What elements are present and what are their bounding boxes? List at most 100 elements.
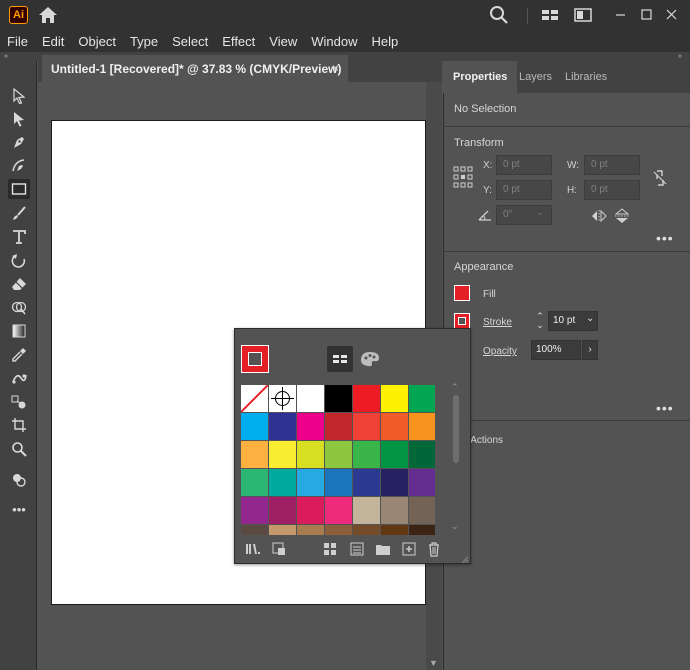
close-document-icon[interactable]: × xyxy=(332,61,339,75)
stroke-label[interactable]: Stroke xyxy=(483,317,512,328)
menu-effect[interactable]: Effect xyxy=(222,34,255,49)
scroll-down-icon[interactable]: ▼ xyxy=(429,658,438,668)
swatch-options-grid-icon[interactable] xyxy=(323,541,339,557)
swatch-scrollbar[interactable]: ⌃ ⌄ xyxy=(449,382,463,535)
h-field[interactable]: 0 pt xyxy=(584,180,640,200)
swatch[interactable] xyxy=(381,497,408,524)
swatch[interactable] xyxy=(353,441,380,468)
new-swatch-icon[interactable] xyxy=(401,541,417,557)
swatch[interactable] xyxy=(241,441,268,468)
swatch[interactable] xyxy=(269,525,296,535)
menu-select[interactable]: Select xyxy=(172,34,208,49)
swatch[interactable] xyxy=(325,441,352,468)
swatch[interactable] xyxy=(241,525,268,535)
w-field[interactable]: 0 pt xyxy=(584,155,640,175)
reference-point-icon[interactable] xyxy=(453,166,473,188)
gradient-tool-icon[interactable] xyxy=(8,321,30,341)
swatch[interactable] xyxy=(297,497,324,524)
rotation-field[interactable]: 0° xyxy=(496,205,552,225)
flip-horizontal-icon[interactable] xyxy=(591,209,607,223)
swatch[interactable] xyxy=(409,441,435,468)
delete-swatch-icon[interactable] xyxy=(426,541,442,557)
pen-tool-icon[interactable] xyxy=(8,132,30,152)
stroke-weight-dropdown-icon[interactable]: ⌄ xyxy=(586,313,594,324)
workspace-icon[interactable] xyxy=(573,5,593,25)
eyedropper-tool-icon[interactable] xyxy=(8,345,30,365)
swatch[interactable] xyxy=(353,469,380,496)
swatch[interactable] xyxy=(409,385,435,412)
opacity-label[interactable]: Opacity xyxy=(483,346,517,357)
document-tab[interactable]: Untitled-1 [Recovered]* @ 37.83 % (CMYK/… xyxy=(42,55,348,82)
menu-view[interactable]: View xyxy=(269,34,297,49)
color-mixer-icon[interactable] xyxy=(357,346,383,372)
edit-toolbar-more-icon[interactable]: ••• xyxy=(8,499,30,519)
swatch[interactable] xyxy=(325,469,352,496)
menu-type[interactable]: Type xyxy=(130,34,158,49)
resize-grip-icon[interactable] xyxy=(460,552,469,564)
menu-edit[interactable]: Edit xyxy=(42,34,64,49)
close-window-icon[interactable] xyxy=(662,5,682,25)
swatch-scroll-down-icon[interactable]: ⌄ xyxy=(451,521,459,532)
x-field[interactable]: 0 pt xyxy=(496,155,552,175)
stroke-swatch[interactable] xyxy=(454,313,470,329)
swatch[interactable] xyxy=(241,413,268,440)
swatch[interactable] xyxy=(241,497,268,524)
opacity-field[interactable]: 100% xyxy=(531,340,581,360)
swatch[interactable] xyxy=(297,525,324,535)
swatch[interactable] xyxy=(381,413,408,440)
zoom-tool-icon[interactable] xyxy=(8,439,30,459)
rectangle-tool-icon[interactable] xyxy=(8,179,30,199)
menu-object[interactable]: Object xyxy=(78,34,116,49)
menu-help[interactable]: Help xyxy=(371,34,398,49)
swatch[interactable] xyxy=(269,497,296,524)
swatch[interactable] xyxy=(297,413,324,440)
artboard-tool-icon[interactable] xyxy=(8,415,30,435)
restore-icon[interactable] xyxy=(637,5,657,25)
search-icon[interactable] xyxy=(489,5,509,25)
minimize-icon[interactable] xyxy=(611,5,631,25)
swatch[interactable] xyxy=(409,497,435,524)
menu-window[interactable]: Window xyxy=(311,34,357,49)
fill-stroke-icon[interactable] xyxy=(8,470,30,490)
swatch[interactable] xyxy=(353,413,380,440)
swatch-none[interactable] xyxy=(241,385,269,413)
swatch[interactable] xyxy=(381,441,408,468)
swatch[interactable] xyxy=(269,441,296,468)
home-icon[interactable] xyxy=(38,5,58,25)
shape-builder-tool-icon[interactable] xyxy=(8,297,30,317)
type-tool-icon[interactable] xyxy=(8,227,30,247)
eraser-tool-icon[interactable] xyxy=(8,274,30,294)
swatch[interactable] xyxy=(381,469,408,496)
collapse-panels-icon[interactable]: » xyxy=(678,53,682,60)
paintbrush-tool-icon[interactable] xyxy=(8,203,30,223)
puppet-warp-tool-icon[interactable] xyxy=(8,368,30,388)
y-field[interactable]: 0 pt xyxy=(496,180,552,200)
tab-libraries[interactable]: Libraries xyxy=(555,61,617,93)
swatch[interactable] xyxy=(269,469,296,496)
swatch[interactable] xyxy=(353,497,380,524)
fill-swatch[interactable] xyxy=(454,285,470,301)
menu-file[interactable]: File xyxy=(7,34,28,49)
swatch-list-view-icon[interactable] xyxy=(349,541,365,557)
swatch[interactable] xyxy=(325,385,352,412)
swatch[interactable] xyxy=(409,525,435,535)
tab-properties[interactable]: Properties xyxy=(443,61,518,93)
direct-selection-tool-icon[interactable] xyxy=(8,109,30,129)
flip-vertical-icon[interactable] xyxy=(614,208,630,224)
swatch[interactable] xyxy=(325,413,352,440)
new-color-group-icon[interactable] xyxy=(375,541,391,557)
stroke-weight-stepper[interactable]: ⌃ ⌄ xyxy=(533,312,547,332)
swatch[interactable] xyxy=(381,525,408,535)
blend-tool-icon[interactable] xyxy=(8,392,30,412)
swatch[interactable] xyxy=(241,469,268,496)
swatch[interactable] xyxy=(353,525,380,535)
swatch[interactable] xyxy=(297,441,324,468)
swatch-scroll-thumb[interactable] xyxy=(453,395,459,463)
swatch[interactable] xyxy=(353,385,380,412)
rotate-tool-icon[interactable] xyxy=(8,250,30,270)
transform-more-options-icon[interactable]: ••• xyxy=(656,231,674,245)
rotation-dropdown-icon[interactable]: ⌄ xyxy=(536,207,544,218)
swatch[interactable] xyxy=(325,497,352,524)
swatch[interactable] xyxy=(297,469,324,496)
selection-tool-icon[interactable] xyxy=(8,86,30,106)
